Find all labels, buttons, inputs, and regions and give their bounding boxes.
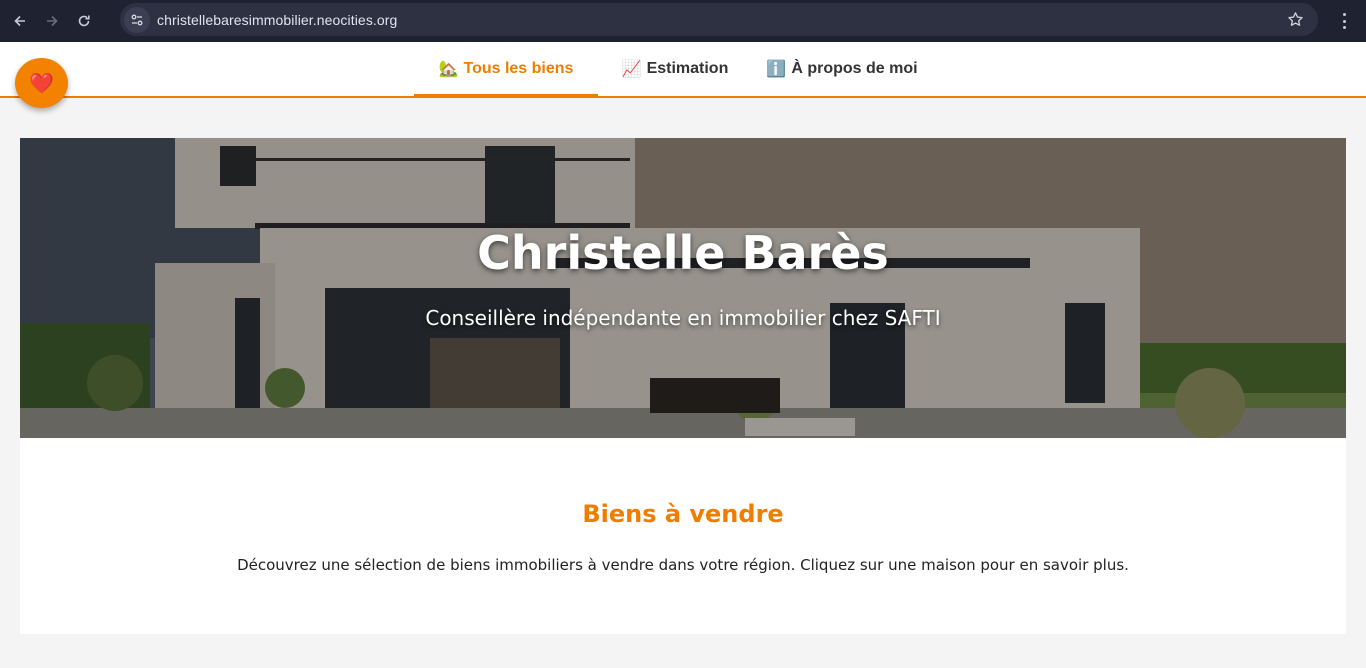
- tab-a-propos[interactable]: ℹ️ À propos de moi: [752, 42, 932, 96]
- nav-tabs: 🏡 Tous les biens 📈 Estimation ℹ️ À propo…: [414, 42, 932, 98]
- site-settings-icon[interactable]: [124, 6, 150, 33]
- heart-icon: ❤️: [29, 72, 54, 95]
- chart-increasing-icon: 📈: [621, 61, 642, 78]
- bookmark-star-icon[interactable]: [1287, 11, 1304, 28]
- back-arrow-icon[interactable]: [9, 10, 31, 32]
- hero-overlay: [20, 138, 1346, 438]
- site-navigation: 🏡 Tous les biens 📈 Estimation ℹ️ À propo…: [0, 42, 1366, 98]
- tab-estimation[interactable]: 📈 Estimation: [598, 42, 752, 96]
- browser-toolbar: christellebaresimmobilier.neocities.org: [0, 0, 1366, 42]
- url-text[interactable]: christellebaresimmobilier.neocities.org: [157, 12, 397, 28]
- section-title: Biens à vendre: [582, 500, 784, 528]
- tab-label: À propos de moi: [791, 60, 918, 77]
- kebab-menu-icon[interactable]: [1336, 11, 1352, 31]
- reload-icon[interactable]: [73, 10, 95, 32]
- section-description: Découvrez une sélection de biens immobil…: [237, 556, 1129, 574]
- tab-tous-les-biens[interactable]: 🏡 Tous les biens: [414, 42, 598, 98]
- favorites-button[interactable]: ❤️: [15, 58, 68, 108]
- hero-subtitle: Conseillère indépendante en immobilier c…: [425, 306, 941, 330]
- forward-arrow-icon[interactable]: [41, 10, 63, 32]
- house-icon: 🏡: [438, 61, 459, 78]
- address-bar[interactable]: christellebaresimmobilier.neocities.org: [120, 3, 1318, 36]
- hero-title: Christelle Barès: [477, 226, 889, 280]
- info-icon: ℹ️: [766, 61, 787, 78]
- tab-label: Estimation: [646, 60, 729, 77]
- listings-section: Biens à vendre Découvrez une sélection d…: [20, 438, 1346, 634]
- hero-banner: Christelle Barès Conseillère indépendant…: [20, 138, 1346, 438]
- tab-label: Tous les biens: [463, 60, 574, 77]
